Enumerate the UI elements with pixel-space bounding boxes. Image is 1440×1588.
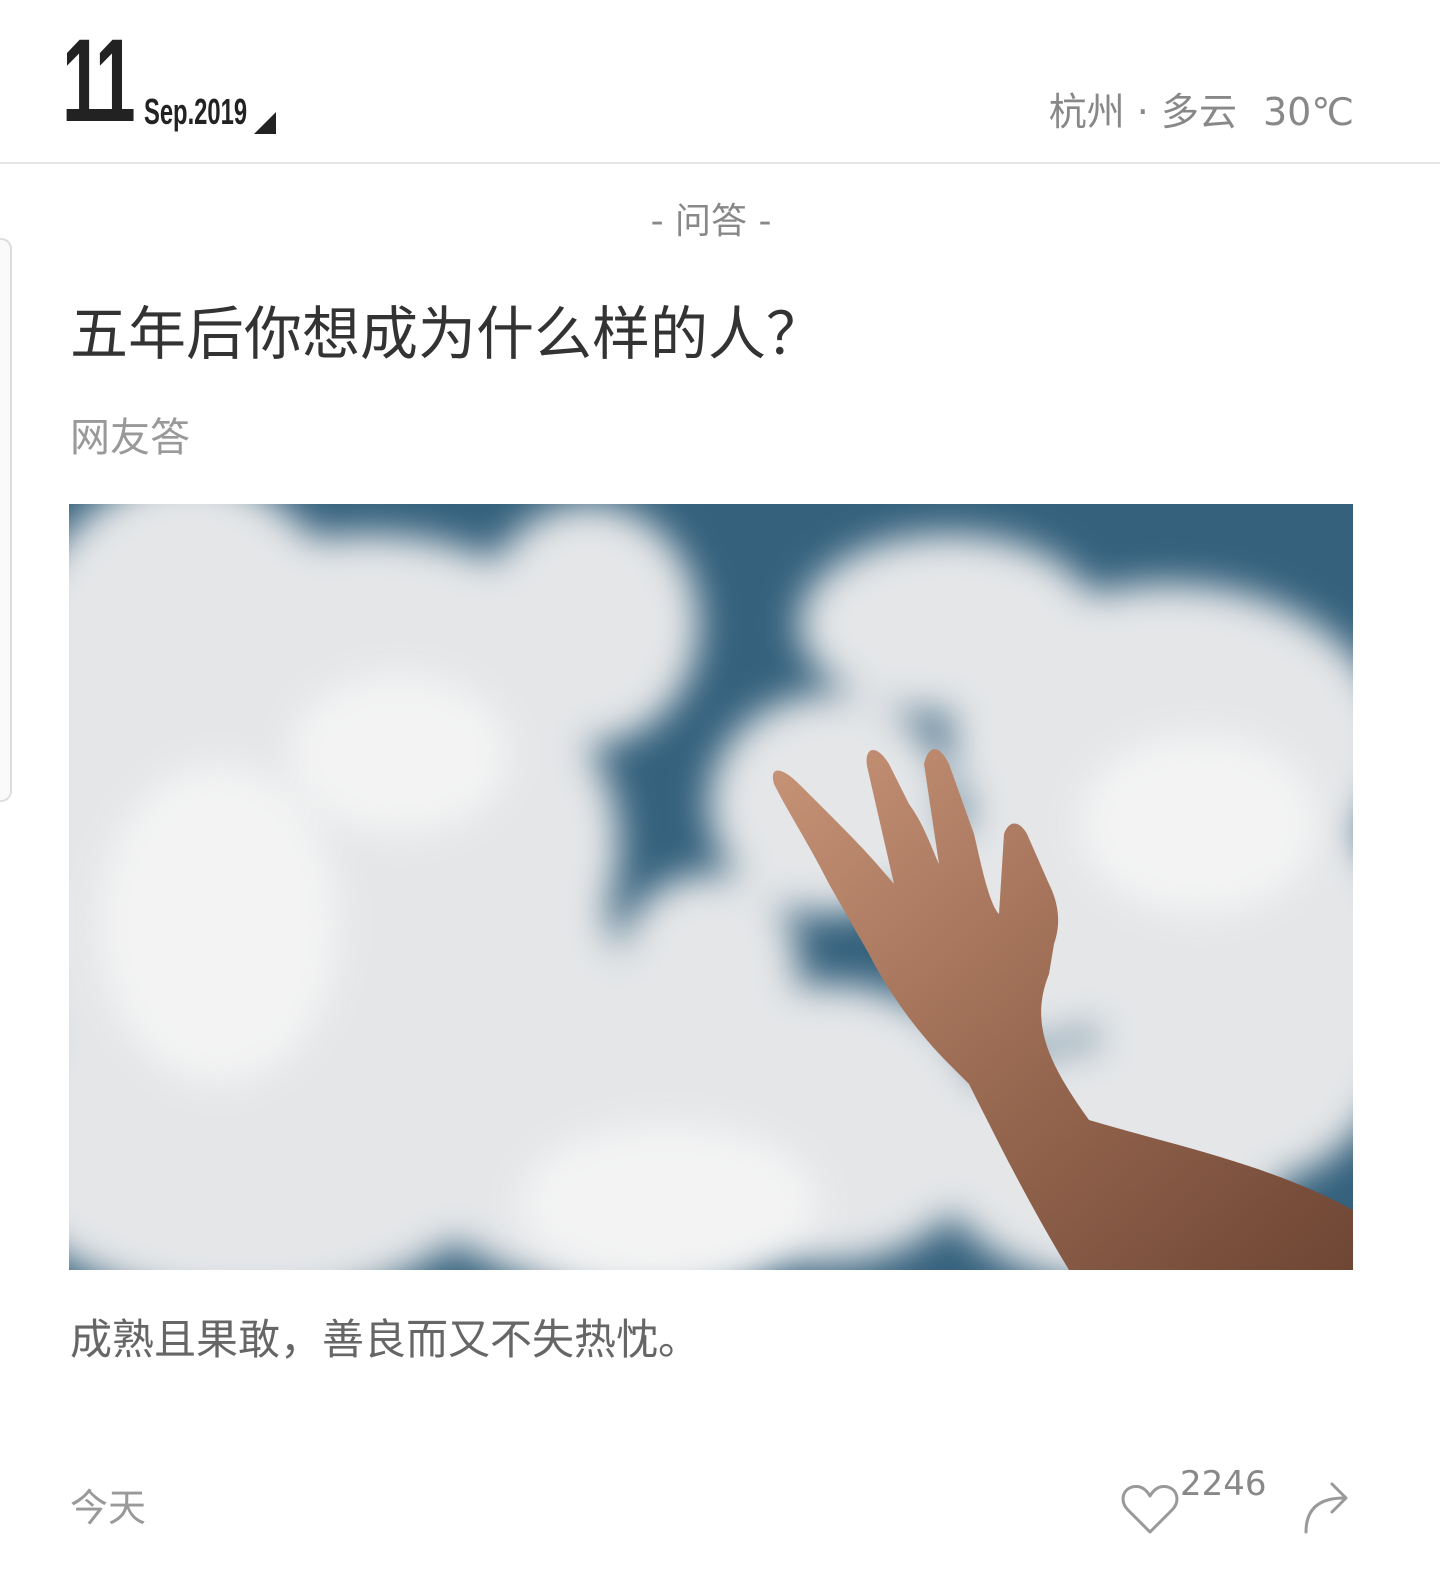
date-month-year: Sep.2019 — [144, 91, 248, 132]
weather-info: 杭州 · 多云 30℃ — [1049, 90, 1354, 134]
date-day: 11 — [62, 15, 136, 147]
triangle-caret-icon[interactable] — [254, 112, 276, 134]
like-count: 2246 — [1180, 1464, 1267, 1504]
card-quote: 成熟且果敢，善良而又不失热忱。 — [70, 1315, 701, 1364]
app-header: 11 Sep.2019 杭州 · 多云 30℃ — [0, 0, 1440, 164]
card-category: - 问答 - — [650, 201, 772, 242]
card-title[interactable]: 五年后你想成为什么样的人？ — [70, 296, 824, 372]
weather-separator: · — [1124, 90, 1161, 134]
drawer-handle[interactable] — [0, 238, 12, 802]
share-arrow-icon — [1304, 1482, 1348, 1534]
weather-condition: 多云 — [1160, 90, 1237, 134]
card-author: 网友答 — [70, 415, 190, 461]
like-button[interactable]: 2246 — [1118, 1458, 1278, 1548]
share-button[interactable] — [1300, 1474, 1356, 1536]
weather-city: 杭州 — [1048, 90, 1125, 134]
heart-outline-icon — [1121, 1485, 1179, 1534]
weather-temperature: 30℃ — [1262, 90, 1354, 134]
hero-image[interactable] — [69, 504, 1353, 1270]
sky-hand-illustration — [69, 504, 1353, 1270]
card-date-label: 今天 — [70, 1486, 147, 1530]
